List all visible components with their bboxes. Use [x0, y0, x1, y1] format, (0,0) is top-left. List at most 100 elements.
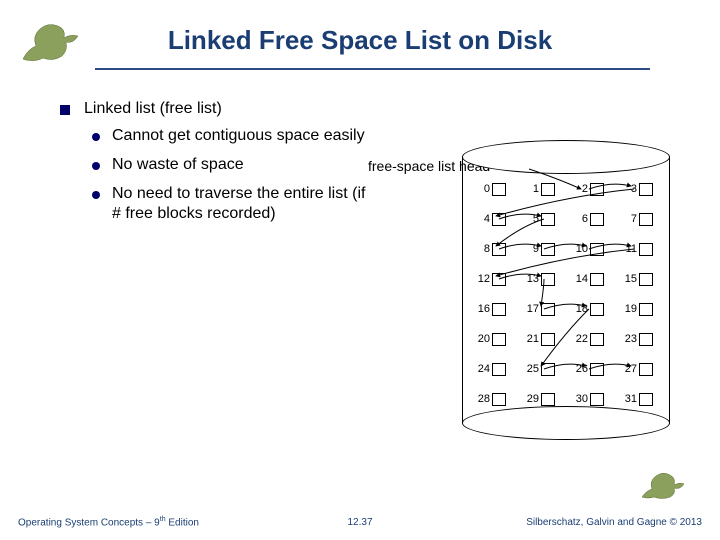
- block-box: [639, 303, 653, 316]
- square-bullet-icon: [60, 105, 70, 115]
- block-cell: 2: [574, 178, 607, 200]
- block-box: [492, 393, 506, 406]
- block-number: 3: [623, 183, 637, 195]
- block-cell: 6: [574, 208, 607, 230]
- cylinder-lid: [462, 140, 670, 174]
- footer-left-suffix: Edition: [166, 517, 199, 528]
- block-cell: 20: [476, 328, 509, 350]
- block-cell: 19: [623, 298, 656, 320]
- block-cell: 8: [476, 238, 509, 260]
- block-box: [590, 213, 604, 226]
- block-cell: 17: [525, 298, 558, 320]
- footer: Operating System Concepts – 9th Edition …: [18, 516, 702, 528]
- block-box: [541, 333, 555, 346]
- block-number: 25: [525, 363, 539, 375]
- block-box: [590, 393, 604, 406]
- block-box: [492, 303, 506, 316]
- heading-text: Linked list (free list): [84, 100, 222, 118]
- block-number: 5: [525, 213, 539, 225]
- cylinder-base: [462, 406, 670, 440]
- block-box: [492, 183, 506, 196]
- block-cell: 4: [476, 208, 509, 230]
- block-cell: 3: [623, 178, 656, 200]
- block-box: [541, 393, 555, 406]
- block-box: [590, 333, 604, 346]
- block-number: 14: [574, 273, 588, 285]
- footer-right: Silberschatz, Galvin and Gagne © 2013: [526, 517, 702, 528]
- block-cell: 10: [574, 238, 607, 260]
- block-box: [639, 333, 653, 346]
- block-number: 6: [574, 213, 588, 225]
- block-number: 11: [623, 243, 637, 255]
- title-underline: [95, 68, 650, 70]
- dot-bullet-icon: [92, 191, 100, 199]
- block-cell: 16: [476, 298, 509, 320]
- block-cell: 15: [623, 268, 656, 290]
- block-grid: 0123456789101112131415161718192021222324…: [476, 178, 656, 410]
- bullet-level2: Cannot get contiguous space easily: [92, 126, 370, 147]
- block-number: 26: [574, 363, 588, 375]
- block-number: 10: [574, 243, 588, 255]
- footer-left: Operating System Concepts – 9th Edition: [18, 516, 199, 528]
- block-box: [541, 213, 555, 226]
- block-number: 18: [574, 303, 588, 315]
- block-number: 4: [476, 213, 490, 225]
- block-box: [639, 183, 653, 196]
- block-cell: 25: [525, 358, 558, 380]
- block-cell: 29: [525, 388, 558, 410]
- bullet-text-1: No waste of space: [112, 155, 244, 176]
- block-box: [492, 213, 506, 226]
- disk-diagram: 0123456789101112131415161718192021222324…: [462, 140, 670, 440]
- block-number: 21: [525, 333, 539, 345]
- footer-left-prefix: Operating System Concepts – 9: [18, 517, 160, 528]
- block-box: [590, 303, 604, 316]
- block-box: [541, 363, 555, 376]
- block-number: 24: [476, 363, 490, 375]
- block-cell: 22: [574, 328, 607, 350]
- block-cell: 31: [623, 388, 656, 410]
- block-number: 1: [525, 183, 539, 195]
- footer-center: 12.37: [347, 517, 372, 528]
- block-number: 12: [476, 273, 490, 285]
- block-box: [492, 243, 506, 256]
- block-box: [541, 243, 555, 256]
- block-cell: 23: [623, 328, 656, 350]
- dot-bullet-icon: [92, 133, 100, 141]
- dot-bullet-icon: [92, 162, 100, 170]
- block-cell: 13: [525, 268, 558, 290]
- block-number: 19: [623, 303, 637, 315]
- block-cell: 11: [623, 238, 656, 260]
- block-box: [639, 213, 653, 226]
- slide: Linked Free Space List on Disk Linked li…: [0, 0, 720, 540]
- block-cell: 26: [574, 358, 607, 380]
- block-box: [590, 183, 604, 196]
- block-box: [541, 183, 555, 196]
- block-number: 8: [476, 243, 490, 255]
- block-cell: 28: [476, 388, 509, 410]
- block-box: [639, 243, 653, 256]
- block-number: 31: [623, 393, 637, 405]
- block-box: [590, 363, 604, 376]
- block-box: [639, 273, 653, 286]
- block-number: 2: [574, 183, 588, 195]
- block-box: [541, 273, 555, 286]
- block-cell: 0: [476, 178, 509, 200]
- block-number: 28: [476, 393, 490, 405]
- block-box: [492, 333, 506, 346]
- block-number: 13: [525, 273, 539, 285]
- block-number: 7: [623, 213, 637, 225]
- block-number: 17: [525, 303, 539, 315]
- block-box: [639, 363, 653, 376]
- block-box: [590, 273, 604, 286]
- bullet-text-2: No need to traverse the entire list (if …: [112, 184, 370, 226]
- block-number: 16: [476, 303, 490, 315]
- block-box: [541, 303, 555, 316]
- block-cell: 14: [574, 268, 607, 290]
- block-number: 30: [574, 393, 588, 405]
- block-box: [590, 243, 604, 256]
- bullet-level1: Linked list (free list): [60, 100, 370, 118]
- block-cell: 12: [476, 268, 509, 290]
- block-number: 29: [525, 393, 539, 405]
- dinosaur-logo-bottom: [638, 465, 688, 500]
- content-block: Linked list (free list) Cannot get conti…: [60, 100, 370, 233]
